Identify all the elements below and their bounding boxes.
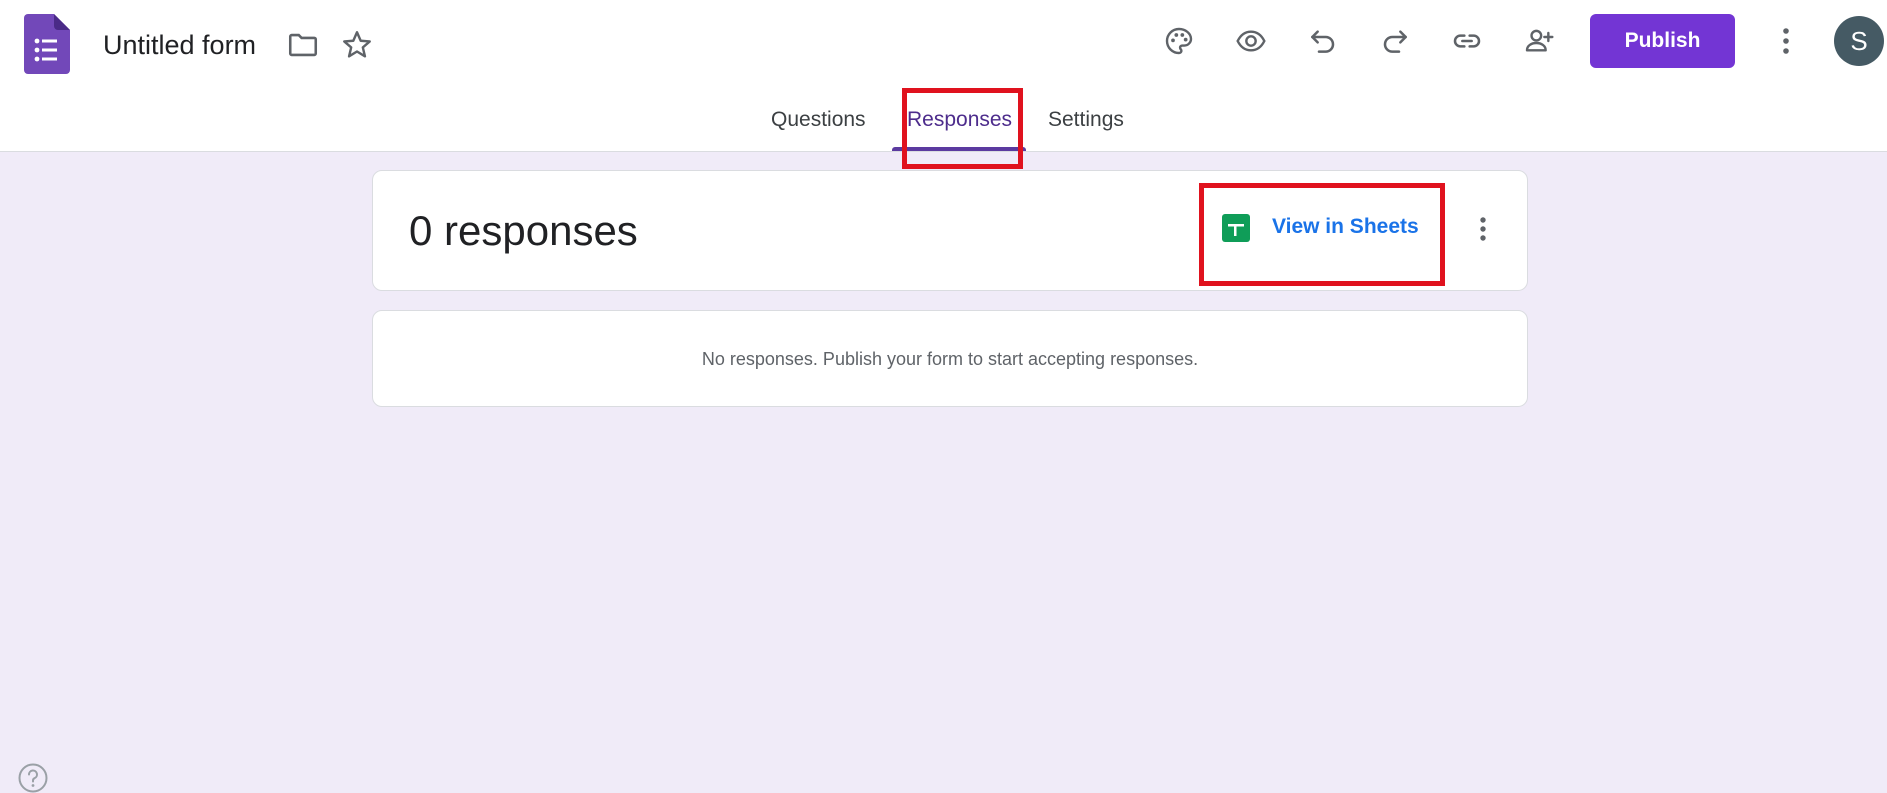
empty-state-message: No responses. Publish your form to start… bbox=[701, 349, 1199, 369]
link-icon[interactable] bbox=[1448, 22, 1486, 60]
form-title[interactable]: Untitled form bbox=[103, 27, 256, 63]
tab-responses[interactable]: Responses bbox=[907, 108, 1012, 152]
star-icon[interactable] bbox=[340, 28, 374, 62]
response-count: 0 responses bbox=[409, 207, 638, 254]
responses-summary-card: 0 responses View in Sheets bbox=[372, 170, 1528, 291]
preview-eye-icon[interactable] bbox=[1232, 22, 1270, 60]
tab-settings[interactable]: Settings bbox=[1048, 108, 1124, 152]
palette-icon[interactable] bbox=[1160, 22, 1198, 60]
publish-button[interactable]: Publish bbox=[1590, 14, 1735, 68]
active-tab-indicator bbox=[892, 147, 1026, 151]
more-vert-icon[interactable] bbox=[1768, 22, 1804, 60]
tab-bar: Questions Responses Settings bbox=[0, 108, 1887, 152]
view-in-sheets-link[interactable]: View in Sheets bbox=[1272, 215, 1419, 239]
responses-more-icon[interactable] bbox=[1465, 211, 1501, 247]
redo-icon[interactable] bbox=[1376, 22, 1414, 60]
add-collaborator-icon[interactable] bbox=[1520, 22, 1558, 60]
empty-state-card: No responses. Publish your form to start… bbox=[372, 310, 1528, 407]
tab-questions[interactable]: Questions bbox=[771, 108, 866, 152]
sheets-icon[interactable] bbox=[1222, 214, 1250, 242]
folder-icon[interactable] bbox=[286, 28, 320, 62]
top-header: Untitled form Publish S Questions Respon… bbox=[0, 0, 1887, 152]
avatar[interactable]: S bbox=[1834, 16, 1884, 66]
undo-icon[interactable] bbox=[1304, 22, 1342, 60]
forms-logo-icon[interactable] bbox=[24, 14, 70, 74]
help-icon[interactable] bbox=[17, 762, 49, 793]
